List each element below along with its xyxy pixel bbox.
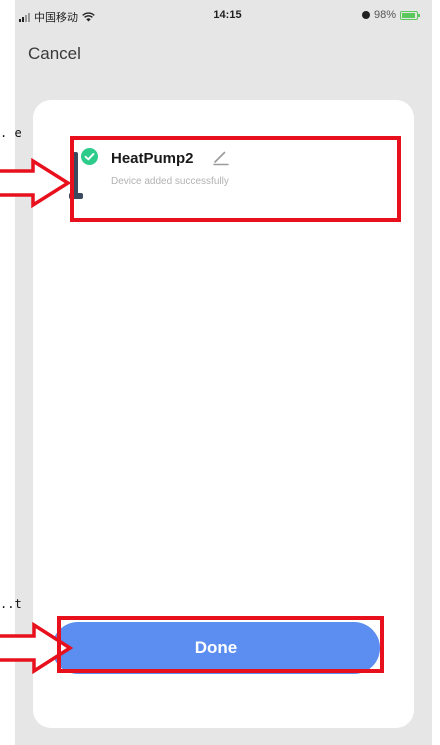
annotation-label: ..t [0, 597, 22, 611]
annotation-label: . e [0, 126, 22, 140]
status-right: 98% [361, 9, 420, 21]
alarm-icon [361, 11, 370, 19]
annotation-arrow-icon [0, 158, 72, 208]
battery-icon [400, 10, 420, 20]
cancel-button[interactable]: Cancel [28, 44, 81, 64]
done-highlight-box [57, 616, 384, 673]
status-bar: 中国移动 14:15 98% [15, 0, 432, 30]
battery-percentage: 98% [373, 9, 396, 21]
device-highlight-box [70, 136, 401, 222]
